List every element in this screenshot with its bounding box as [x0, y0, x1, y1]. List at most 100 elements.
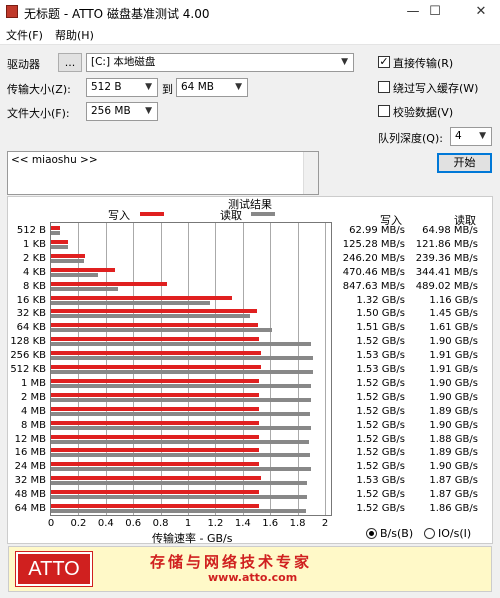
write-bar: [51, 337, 260, 342]
read-bar: [51, 314, 250, 319]
write-bar: [51, 504, 260, 508]
legend-read-label: 读取: [220, 209, 242, 222]
transfer-size-label: 传输大小(Z):: [7, 83, 71, 96]
queue-depth-value: 4: [455, 130, 462, 142]
read-bar: [51, 328, 272, 333]
bypass-write-cache-label: 绕过写入缓存(W): [393, 82, 479, 95]
read-bar: [51, 356, 313, 361]
write-bar: [51, 420, 260, 425]
write-bar: [51, 281, 168, 286]
read-bar: [51, 286, 118, 291]
verify-data-checkbox[interactable]: [378, 105, 390, 117]
footer-url[interactable]: www.atto.com: [208, 571, 297, 584]
chevron-down-icon: ▼: [235, 82, 242, 92]
read-value: 1.91 GB/s: [429, 364, 478, 375]
write-bar: [51, 434, 260, 439]
write-value: 1.52 GB/s: [356, 377, 405, 389]
x-tick-label: 1.8: [289, 518, 306, 529]
notes-text: << miaoshu >>: [11, 154, 98, 166]
read-value: 344.41 MB/s: [415, 266, 478, 278]
write-bar: [51, 378, 260, 383]
transfer-from-select[interactable]: 512 B ▼: [86, 78, 158, 97]
read-value: 64.98 MB/s: [422, 225, 478, 236]
x-tick-label: 0: [47, 518, 55, 529]
menu-help[interactable]: 帮助(H): [55, 27, 94, 43]
chevron-down-icon: ▼: [479, 131, 486, 141]
write-value: 1.52 GB/s: [356, 419, 405, 431]
transfer-size-label: 1 KB: [23, 238, 46, 250]
drive-select-value: [C:] 本地磁盘: [91, 56, 156, 68]
menu-file[interactable]: 文件(F): [6, 27, 43, 43]
read-bar: [51, 244, 68, 249]
direct-io-label: 直接传输(R): [393, 57, 454, 70]
write-value: 62.99 MB/s: [349, 225, 405, 236]
transfer-size-label: 4 MB: [20, 405, 46, 417]
transfer-size-label: 64 MB: [14, 503, 46, 514]
browse-button[interactable]: ...: [58, 53, 82, 72]
unit-bytes-radio[interactable]: [366, 528, 377, 539]
read-value: 1.87 GB/s: [429, 475, 478, 487]
read-value: 239.36 MB/s: [415, 252, 478, 264]
chevron-down-icon: ▼: [341, 57, 348, 67]
write-value: 1.52 GB/s: [356, 391, 405, 403]
write-bar: [51, 448, 260, 453]
write-bar: [51, 351, 261, 356]
write-value: 470.46 MB/s: [342, 266, 405, 278]
transfer-size-label: 12 MB: [14, 433, 46, 445]
read-value: 1.90 GB/s: [429, 377, 478, 389]
file-size-select[interactable]: 256 MB ▼: [86, 102, 158, 121]
start-button[interactable]: 开始: [437, 153, 492, 173]
read-bar: [51, 383, 312, 388]
unit-io-radio[interactable]: [424, 528, 435, 539]
write-bar: [51, 392, 260, 397]
read-value: 1.16 GB/s: [429, 294, 478, 306]
bypass-write-cache-checkbox[interactable]: [378, 81, 390, 93]
radio-selected-dot: [369, 531, 374, 536]
verify-data-label: 校验数据(V): [393, 106, 454, 119]
read-bar: [51, 258, 84, 263]
window-title: 无标题 - ATTO 磁盘基准测试 4.00: [24, 7, 210, 21]
read-value: 1.87 GB/s: [429, 489, 478, 501]
app-icon: [6, 5, 18, 18]
read-bar: [51, 231, 60, 235]
drive-select[interactable]: [C:] 本地磁盘 ▼: [86, 53, 354, 72]
drive-label: 驱动器: [7, 58, 40, 71]
write-value: 1.52 GB/s: [356, 461, 405, 473]
transfer-to-select[interactable]: 64 MB ▼: [176, 78, 248, 97]
write-bar: [51, 309, 257, 314]
gridline: [325, 223, 326, 515]
write-bar: [51, 462, 260, 467]
atto-logo: ATTO: [15, 551, 93, 587]
read-value: 1.45 GB/s: [429, 308, 478, 320]
file-size-value: 256 MB: [91, 105, 131, 117]
queue-depth-label: 队列深度(Q):: [378, 132, 443, 145]
axis-label: 传输速率 - GB/s: [152, 532, 233, 545]
unit-bytes-label: B/s(B): [380, 527, 414, 540]
x-tick-label: 1.2: [207, 518, 224, 529]
queue-depth-select[interactable]: 4 ▼: [450, 127, 492, 146]
close-button[interactable]: ✕: [466, 2, 496, 22]
notes-textarea[interactable]: << miaoshu >>: [7, 151, 319, 195]
x-tick-label: 1.4: [234, 518, 251, 529]
transfer-size-label: 128 KB: [10, 336, 46, 348]
read-value: 1.90 GB/s: [429, 461, 478, 473]
write-bar: [51, 295, 232, 300]
write-value: 1.52 GB/s: [356, 433, 405, 445]
read-value: 1.90 GB/s: [429, 419, 478, 431]
x-tick-label: 0.2: [70, 518, 87, 529]
direct-io-checkbox[interactable]: ✓: [378, 56, 390, 68]
file-size-label: 文件大小(F):: [7, 107, 70, 120]
write-value: 1.52 GB/s: [356, 336, 405, 348]
write-bar: [51, 253, 85, 258]
notes-scrollbar[interactable]: [303, 152, 318, 194]
transfer-to-label: 到: [162, 83, 173, 96]
write-value: 847.63 MB/s: [342, 280, 405, 292]
transfer-size-label: 1 MB: [20, 377, 46, 389]
maximize-button[interactable]: ☐: [420, 2, 450, 22]
write-bar: [51, 226, 60, 230]
read-value: 1.89 GB/s: [429, 447, 478, 459]
read-bar: [51, 411, 310, 416]
read-bar: [51, 439, 309, 444]
transfer-size-label: 8 MB: [20, 419, 46, 431]
transfer-size-label: 256 KB: [10, 350, 46, 362]
